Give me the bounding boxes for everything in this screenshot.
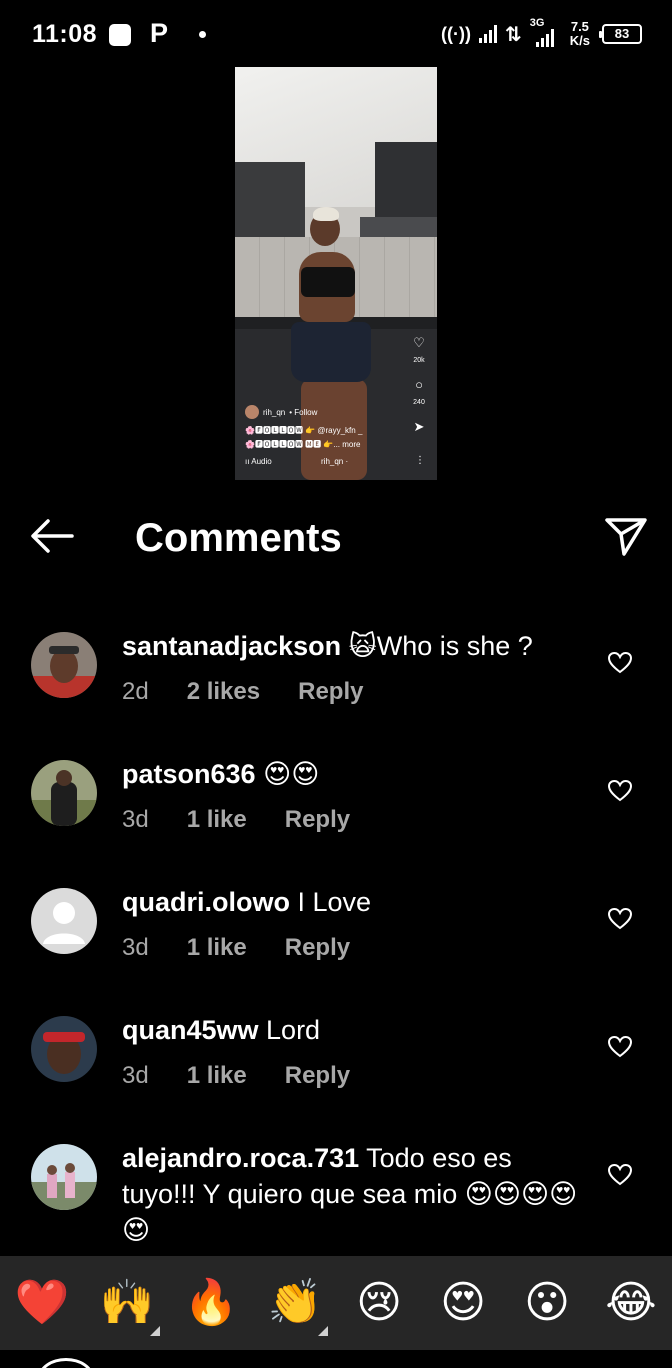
share-icon[interactable]: ➤ [407, 419, 431, 435]
status-bar: 11:08 P ((·)) ⇅ 3G 7.5 K/s 83 [0, 0, 672, 68]
heart-icon[interactable] [607, 778, 633, 804]
comment-likes[interactable]: 2 likes [187, 678, 260, 706]
comment-bubble-icon[interactable]: ○ [407, 377, 431, 392]
heart-icon[interactable] [607, 650, 633, 676]
comment-body: santanadjackson 🙀Who is she ? [122, 628, 592, 664]
reel-likes-count: 20k [413, 357, 425, 364]
reel-caption-line1: 🌸🅵🅾🅻🅻🅾🆆 👉 @rayy_kfn _ [245, 426, 363, 435]
emoji-laughing-button[interactable]: 😂 [601, 1276, 661, 1330]
comment-likes[interactable]: 1 like [187, 806, 247, 834]
battery-icon: 83 [599, 24, 642, 44]
reel-follow-link[interactable]: • Follow [289, 408, 317, 417]
reply-button[interactable]: Reply [285, 806, 350, 834]
comment-username[interactable]: santanadjackson [122, 631, 341, 661]
emoji-heart-eyes-button[interactable]: 😍 [433, 1276, 493, 1330]
reel-video-thumbnail[interactable]: ♡ 20k ○ 240 ➤ rih_qn • Follow 🌸🅵🅾🅻🅻🅾🆆 👉 … [235, 67, 437, 480]
reply-button[interactable]: Reply [298, 678, 363, 706]
comment-body: alejandro.roca.731 Todo eso es tuyo!!! Y… [122, 1140, 592, 1248]
comment-meta: 3d 1 like Reply [122, 934, 388, 962]
avatar[interactable] [31, 632, 97, 698]
avatar[interactable] [31, 1144, 97, 1210]
skin-tone-indicator-icon [318, 1326, 328, 1336]
notification-p-icon: P [150, 18, 169, 48]
emoji-surprised-button[interactable]: 😮 [517, 1276, 577, 1330]
reel-author[interactable]: rih_qn • Follow [245, 405, 317, 419]
network-speed: 7.5 K/s [569, 19, 590, 48]
emoji-fire-button[interactable]: 🔥 [181, 1276, 241, 1330]
comment-username[interactable]: patson636 [122, 759, 256, 789]
reply-button[interactable]: Reply [285, 1062, 350, 1090]
data-transfer-icon: ⇅ [505, 23, 522, 46]
comment-time: 3d [122, 934, 149, 961]
like-heart-icon[interactable]: ♡ [407, 335, 431, 351]
comment-meta: 3d 1 like Reply [122, 1062, 388, 1090]
status-time: 11:08 [32, 20, 98, 48]
avatar[interactable] [31, 1016, 97, 1082]
status-indicators: ((·)) ⇅ 3G 7.5 K/s 83 [441, 17, 642, 50]
emoji-reaction-bar: ❤️ 🙌 🔥 👏 😢 😍 😮 😂 [0, 1256, 672, 1350]
comment-username[interactable]: quan45ww [122, 1015, 259, 1045]
heart-icon[interactable] [607, 1162, 633, 1188]
comment-time: 3d [122, 1062, 149, 1089]
page-title: Comments [135, 516, 342, 560]
comment-text: Lord [258, 1015, 321, 1045]
emoji-heart-button[interactable]: ❤️ [12, 1276, 72, 1330]
emoji-crying-button[interactable]: 😢 [349, 1276, 409, 1330]
comment-meta: 2d 2 likes Reply [122, 678, 401, 706]
reply-button[interactable]: Reply [285, 934, 350, 962]
notification-square-icon [109, 24, 131, 46]
comment-meta: 3d 1 like Reply [122, 806, 388, 834]
skin-tone-indicator-icon [150, 1326, 160, 1336]
notification-dot-icon [199, 31, 206, 38]
reel-audio-user: rih_qn · [321, 457, 349, 466]
heart-icon[interactable] [607, 906, 633, 932]
avatar[interactable] [31, 888, 97, 954]
reel-author-avatar [245, 405, 259, 419]
reel-overlay: ♡ 20k ○ 240 ➤ rih_qn • Follow 🌸🅵🅾🅻🅻🅾🆆 👉 … [235, 67, 437, 480]
comment-username[interactable]: quadri.olowo [122, 887, 290, 917]
back-arrow-icon[interactable] [28, 516, 76, 556]
send-icon[interactable] [602, 512, 650, 560]
comment-text: 😍😍 [255, 759, 320, 789]
emoji-clap-button[interactable]: 👏 [265, 1276, 325, 1330]
reel-more-icon[interactable]: ⋮ [415, 455, 425, 466]
reel-comments-count: 240 [413, 399, 425, 406]
heart-icon[interactable] [607, 1034, 633, 1060]
emoji-raised-hands-button[interactable]: 🙌 [97, 1276, 157, 1330]
reel-audio-label[interactable]: ıı Audio [245, 457, 272, 466]
reel-caption-line2[interactable]: 🌸🅵🅾🅻🅻🅾🆆 🅼🅴 👉... more [245, 439, 360, 450]
comment-body: quadri.olowo I Love [122, 884, 592, 920]
signal-icon [479, 25, 497, 43]
signal-3g-icon: 3G [530, 17, 562, 49]
comment-text: 🙀Who is she ? [341, 631, 533, 661]
comment-username[interactable]: alejandro.roca.731 [122, 1143, 359, 1173]
comment-time: 2d [122, 678, 149, 705]
composer-avatar[interactable] [38, 1358, 94, 1368]
comment-body: patson636 😍😍 [122, 756, 592, 792]
reel-author-username: rih_qn [263, 407, 286, 417]
comment-likes[interactable]: 1 like [187, 934, 247, 962]
avatar[interactable] [31, 760, 97, 826]
hotspot-icon: ((·)) [441, 23, 471, 44]
comment-body: quan45ww Lord [122, 1012, 592, 1048]
comment-text: I Love [290, 887, 372, 917]
comment-time: 3d [122, 806, 149, 833]
comments-header: Comments [0, 500, 672, 580]
comment-likes[interactable]: 1 like [187, 1062, 247, 1090]
